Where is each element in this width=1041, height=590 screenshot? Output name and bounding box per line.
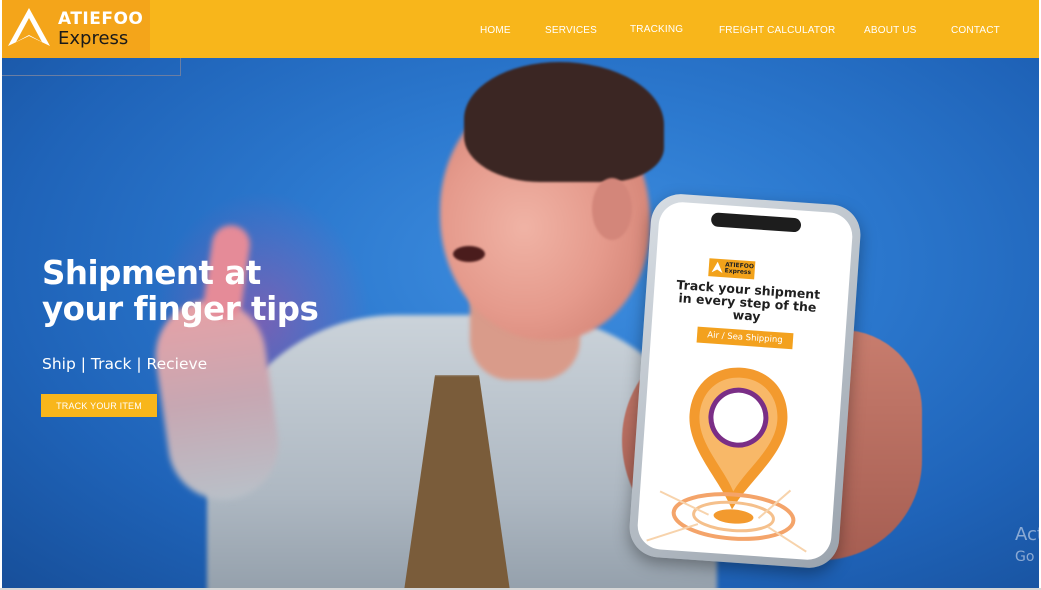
nav-freight-calculator[interactable]: FREIGHT CALCULATOR [719, 25, 835, 36]
nav-tracking[interactable]: TRACKING [630, 24, 683, 35]
nav-services[interactable]: SERVICES [545, 25, 597, 36]
brand-logo[interactable]: ATIEFOO Express [2, 0, 150, 58]
map-graphic [646, 489, 807, 553]
track-item-button[interactable]: TRACK YOUR ITEM [41, 394, 157, 417]
logo-icon [8, 8, 50, 46]
phone-screen: ATIEFOO Express Track your shipment in e… [636, 200, 854, 562]
top-navbar: ATIEFOO Express HOME SERVICES TRACKING F… [2, 0, 1039, 58]
shipping-badge: Air / Sea Shipping [696, 326, 794, 350]
nav-contact[interactable]: CONTACT [951, 25, 1000, 36]
nav-about-us[interactable]: ABOUT US [864, 25, 917, 36]
phone-logo: ATIEFOO Express [708, 258, 756, 280]
hero-subtitle: Ship | Track | Recieve [42, 355, 208, 373]
phone-headline: Track your shipment in every step of the… [676, 277, 821, 324]
brand-name: ATIEFOO [58, 8, 144, 29]
hero-title: Shipment at your finger tips [42, 254, 319, 328]
phone-mockup: ATIEFOO Express Track your shipment in e… [627, 192, 863, 570]
brand-subname: Express [58, 27, 129, 49]
nav-home[interactable]: HOME [480, 25, 511, 36]
activation-watermark: Act [1015, 524, 1039, 545]
page-frame: ATIEFOO Express Track your shipment in e… [2, 0, 1039, 588]
activation-watermark-sub: Go t [1015, 549, 1039, 565]
